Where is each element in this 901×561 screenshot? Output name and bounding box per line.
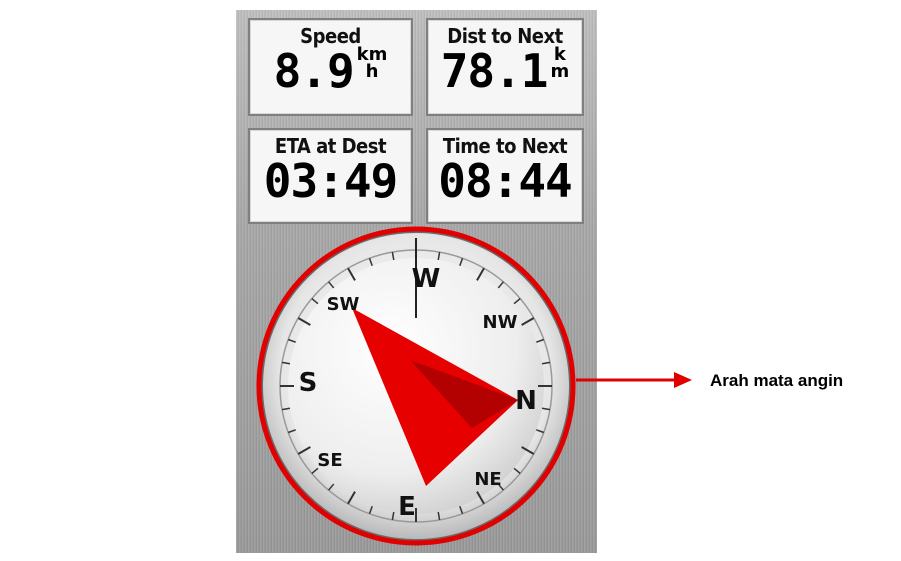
compass-label-w: W [412,264,441,294]
compass: W NW N NE E SE S SW [256,226,576,546]
compass-label-nw: NW [483,312,518,333]
callout-label: Arah mata angin [710,371,844,390]
compass-label-sw: SW [327,294,360,315]
compass-label-e: E [398,492,416,522]
compass-label-n: N [515,386,537,416]
compass-label-se: SE [317,450,342,471]
callout-arrow-head [674,372,692,388]
compass-label-s: S [299,368,318,398]
compass-label-ne: NE [474,469,501,490]
gps-device-screen: Speed 8.9 km h Dist to Next 78.1 k m ETA at … [236,10,597,553]
